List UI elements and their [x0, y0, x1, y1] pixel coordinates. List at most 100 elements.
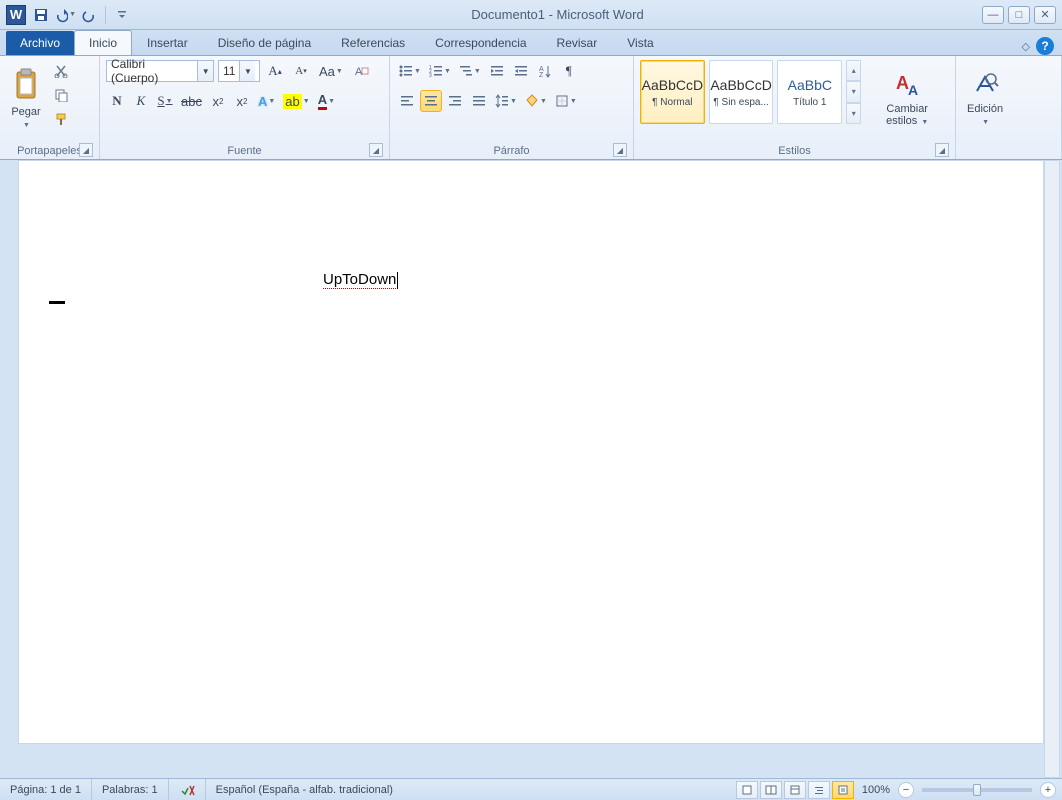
- decrease-indent-icon[interactable]: [486, 60, 508, 82]
- word-app-icon: W: [6, 5, 26, 25]
- bold-button[interactable]: N: [106, 90, 128, 112]
- save-icon[interactable]: [30, 4, 52, 26]
- group-styles: AaBbCcD ¶ Normal AaBbCcD ¶ Sin espa... A…: [634, 56, 956, 159]
- align-center-icon[interactable]: [420, 90, 442, 112]
- status-bar: Página: 1 de 1 Palabras: 1 Español (Espa…: [0, 778, 1062, 800]
- zoom-out-button[interactable]: −: [898, 782, 914, 798]
- align-right-icon[interactable]: [444, 90, 466, 112]
- align-left-icon[interactable]: [396, 90, 418, 112]
- font-color-icon[interactable]: A▼: [315, 90, 338, 112]
- numbering-icon[interactable]: 123▼: [426, 60, 454, 82]
- view-print-layout-icon[interactable]: [736, 781, 758, 799]
- text-effects-icon[interactable]: A▼: [255, 90, 278, 112]
- view-outline-icon[interactable]: [808, 781, 830, 799]
- justify-icon[interactable]: [468, 90, 490, 112]
- qat-customize-icon[interactable]: [111, 4, 133, 26]
- tab-home[interactable]: Inicio: [74, 30, 132, 55]
- style-no-spacing[interactable]: AaBbCcD ¶ Sin espa...: [709, 60, 774, 124]
- style-preview: AaBbCcD: [710, 77, 771, 93]
- status-page[interactable]: Página: 1 de 1: [0, 779, 92, 800]
- help-icon[interactable]: ?: [1036, 37, 1054, 55]
- tab-review[interactable]: Revisar: [542, 30, 613, 55]
- highlight-icon[interactable]: ab▼: [280, 90, 312, 112]
- underline-button[interactable]: S▼: [154, 90, 176, 112]
- clipboard-label: Portapapeles: [17, 145, 82, 157]
- styles-label: Estilos: [778, 145, 810, 157]
- status-words[interactable]: Palabras: 1: [92, 779, 169, 800]
- shrink-font-icon[interactable]: A▾: [290, 60, 312, 82]
- paste-button[interactable]: Pegar▼: [6, 60, 46, 138]
- ribbon: Pegar▼ Portapapeles◢ Calibri (Cuerpo)▼ 1…: [0, 56, 1062, 160]
- vertical-scrollbar[interactable]: [1044, 160, 1060, 778]
- view-draft-icon[interactable]: [832, 781, 854, 799]
- change-styles-button[interactable]: AA Cambiar estilos ▼: [865, 60, 949, 138]
- subscript-button[interactable]: x2: [207, 90, 229, 112]
- document-text[interactable]: UpToDown: [323, 271, 396, 289]
- tab-references[interactable]: Referencias: [326, 30, 420, 55]
- multilevel-list-icon[interactable]: ▼: [456, 60, 484, 82]
- tab-file[interactable]: Archivo: [6, 31, 74, 55]
- minimize-button[interactable]: —: [982, 6, 1004, 24]
- borders-icon[interactable]: ▼: [552, 90, 580, 112]
- line-spacing-icon[interactable]: ▼: [492, 90, 520, 112]
- cut-icon[interactable]: [50, 60, 72, 82]
- svg-text:Z: Z: [539, 72, 544, 78]
- style-normal-label: ¶ Normal: [652, 97, 692, 108]
- view-fullscreen-icon[interactable]: [760, 781, 782, 799]
- bullets-icon[interactable]: ▼: [396, 60, 424, 82]
- status-proofing[interactable]: [169, 779, 206, 800]
- editing-button[interactable]: Edición▼: [962, 60, 1008, 138]
- change-case-icon[interactable]: Aa▼: [316, 60, 346, 82]
- window-controls: — □ ✕: [982, 6, 1056, 24]
- group-font: Calibri (Cuerpo)▼ 11▼ A▴ A▾ Aa▼ A N K S▼…: [100, 56, 390, 159]
- ribbon-tabs: Archivo Inicio Insertar Diseño de página…: [0, 30, 1062, 56]
- document-area[interactable]: UpToDown: [18, 160, 1044, 744]
- clipboard-launcher-icon[interactable]: ◢: [79, 143, 93, 157]
- styles-gallery-scroll[interactable]: ▴▾▾: [846, 60, 861, 124]
- title-bar: W ▼ Documento1 - Microsoft Word — □ ✕: [0, 0, 1062, 30]
- editing-label: Edición: [967, 103, 1003, 115]
- undo-icon[interactable]: ▼: [54, 4, 76, 26]
- style-nospacing-label: ¶ Sin espa...: [713, 97, 768, 108]
- status-language[interactable]: Español (España - alfab. tradicional): [206, 779, 403, 800]
- minimize-ribbon-icon[interactable]: ◇: [1022, 40, 1030, 53]
- copy-icon[interactable]: [50, 84, 72, 106]
- increase-indent-icon[interactable]: [510, 60, 532, 82]
- tab-insert[interactable]: Insertar: [132, 30, 203, 55]
- font-family-combo[interactable]: Calibri (Cuerpo)▼: [106, 60, 214, 82]
- grow-font-icon[interactable]: A▴: [264, 60, 286, 82]
- show-marks-icon[interactable]: ¶: [558, 60, 580, 82]
- zoom-level[interactable]: 100%: [862, 784, 890, 796]
- strikethrough-button[interactable]: abc: [178, 90, 205, 112]
- superscript-button[interactable]: x2: [231, 90, 253, 112]
- format-painter-icon[interactable]: [50, 108, 72, 130]
- clear-formatting-icon[interactable]: A: [350, 60, 372, 82]
- tab-layout[interactable]: Diseño de página: [203, 30, 326, 55]
- tab-view[interactable]: Vista: [612, 30, 668, 55]
- shading-icon[interactable]: ▼: [522, 90, 550, 112]
- italic-button[interactable]: K: [130, 90, 152, 112]
- document-body[interactable]: UpToDown: [19, 161, 1043, 289]
- group-editing: Edición▼: [956, 56, 1062, 159]
- zoom-in-button[interactable]: +: [1040, 782, 1056, 798]
- zoom-thumb[interactable]: [973, 784, 981, 796]
- style-preview: AaBbC: [788, 77, 832, 93]
- redo-icon[interactable]: [78, 4, 100, 26]
- style-normal[interactable]: AaBbCcD ¶ Normal: [640, 60, 705, 124]
- view-web-icon[interactable]: [784, 781, 806, 799]
- zoom-slider[interactable]: [922, 788, 1032, 792]
- font-size-combo[interactable]: 11▼: [218, 60, 260, 82]
- maximize-button[interactable]: □: [1008, 6, 1030, 24]
- style-heading1[interactable]: AaBbC Título 1: [777, 60, 842, 124]
- tab-mail[interactable]: Correspondencia: [420, 30, 541, 55]
- styles-launcher-icon[interactable]: ◢: [935, 143, 949, 157]
- font-label: Fuente: [227, 145, 261, 157]
- sort-icon[interactable]: AZ: [534, 60, 556, 82]
- font-launcher-icon[interactable]: ◢: [369, 143, 383, 157]
- style-preview: AaBbCcD: [642, 77, 703, 93]
- paragraph-label: Párrafo: [493, 145, 529, 157]
- paragraph-launcher-icon[interactable]: ◢: [613, 143, 627, 157]
- close-button[interactable]: ✕: [1034, 6, 1056, 24]
- style-heading1-label: Título 1: [793, 97, 826, 108]
- svg-text:3: 3: [429, 73, 432, 77]
